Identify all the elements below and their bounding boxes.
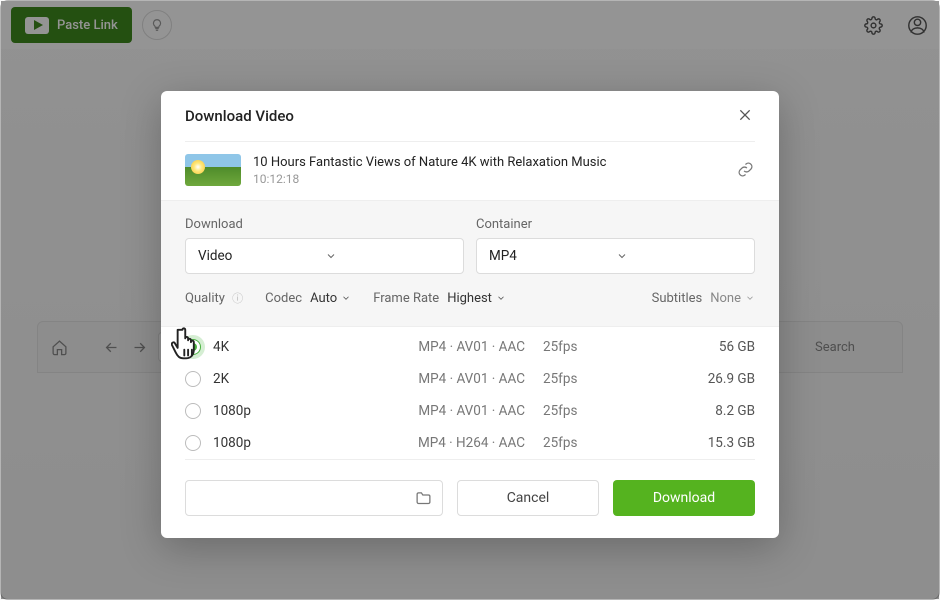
download-label: Download xyxy=(653,490,715,506)
quality-resolution: 1080p xyxy=(213,403,333,419)
chevron-down-icon xyxy=(496,293,506,303)
radio-button[interactable] xyxy=(185,403,201,419)
video-duration: 10:12:18 xyxy=(253,172,725,186)
cancel-label: Cancel xyxy=(507,490,550,506)
folder-icon xyxy=(415,490,432,507)
framerate-value: Highest xyxy=(447,291,492,306)
quality-row[interactable]: 1080p MP4 · H264 · AAC 25fps 15.3 GB xyxy=(185,427,755,459)
quality-resolution: 2K xyxy=(213,371,333,387)
codec-value: Auto xyxy=(310,291,337,306)
radio-button[interactable] xyxy=(185,371,201,387)
video-title: 10 Hours Fantastic Views of Nature 4K wi… xyxy=(253,155,725,170)
quality-size: 26.9 GB xyxy=(635,371,755,387)
video-thumbnail xyxy=(185,154,241,186)
framerate-label: Frame Rate xyxy=(373,291,439,306)
cancel-button[interactable]: Cancel xyxy=(457,480,599,516)
quality-format: MP4 · AV01 · AAC xyxy=(333,371,535,387)
close-icon xyxy=(737,107,753,123)
quality-size: 8.2 GB xyxy=(635,403,755,419)
chevron-down-icon xyxy=(616,250,743,262)
container-select[interactable]: MP4 xyxy=(476,238,755,274)
quality-format: MP4 · AV01 · AAC xyxy=(333,339,535,355)
quality-format: MP4 · H264 · AAC xyxy=(333,435,535,451)
quality-list: 4K MP4 · AV01 · AAC 25fps 56 GB 2K MP4 ·… xyxy=(161,327,779,459)
quality-resolution: 4K xyxy=(213,339,333,355)
subtitles-value: None xyxy=(710,291,741,306)
destination-folder-input[interactable] xyxy=(185,480,443,516)
link-icon xyxy=(737,161,754,178)
chevron-down-icon xyxy=(341,293,351,303)
chevron-down-icon xyxy=(745,293,755,303)
video-info-row: 10 Hours Fantastic Views of Nature 4K wi… xyxy=(161,142,779,200)
close-button[interactable] xyxy=(737,107,755,125)
quality-size: 56 GB xyxy=(635,339,755,355)
chevron-down-icon xyxy=(325,250,452,262)
download-type-value: Video xyxy=(198,248,325,264)
subtitles-label: Subtitles xyxy=(652,291,703,306)
quality-resolution: 1080p xyxy=(213,435,333,451)
quality-row[interactable]: 2K MP4 · AV01 · AAC 25fps 26.9 GB xyxy=(185,363,755,395)
download-button[interactable]: Download xyxy=(613,480,755,516)
container-label: Container xyxy=(476,209,755,238)
quality-label: Quality xyxy=(185,291,225,306)
quality-fps: 25fps xyxy=(535,435,635,451)
framerate-select[interactable]: Frame Rate Highest xyxy=(373,291,506,306)
dialog-title: Download Video xyxy=(185,107,737,125)
radio-button[interactable] xyxy=(185,339,201,355)
container-value: MP4 xyxy=(489,248,616,264)
codec-label: Codec xyxy=(265,291,302,306)
radio-button[interactable] xyxy=(185,435,201,451)
quality-fps: 25fps xyxy=(535,371,635,387)
subtitles-select[interactable]: Subtitles None xyxy=(652,291,755,306)
quality-row[interactable]: 4K MP4 · AV01 · AAC 25fps 56 GB xyxy=(185,331,755,363)
quality-size: 15.3 GB xyxy=(635,435,755,451)
quality-row[interactable]: 1080p MP4 · AV01 · AAC 25fps 8.2 GB xyxy=(185,395,755,427)
open-link-button[interactable] xyxy=(737,161,755,179)
quality-fps: 25fps xyxy=(535,403,635,419)
download-type-label: Download xyxy=(185,209,464,238)
download-type-select[interactable]: Video xyxy=(185,238,464,274)
download-video-dialog: Download Video 10 Hours Fantastic Views … xyxy=(161,91,779,538)
quality-format: MP4 · AV01 · AAC xyxy=(333,403,535,419)
quality-fps: 25fps xyxy=(535,339,635,355)
codec-select[interactable]: Codec Auto xyxy=(265,291,351,306)
quality-info[interactable]: ⓘ xyxy=(232,292,243,305)
